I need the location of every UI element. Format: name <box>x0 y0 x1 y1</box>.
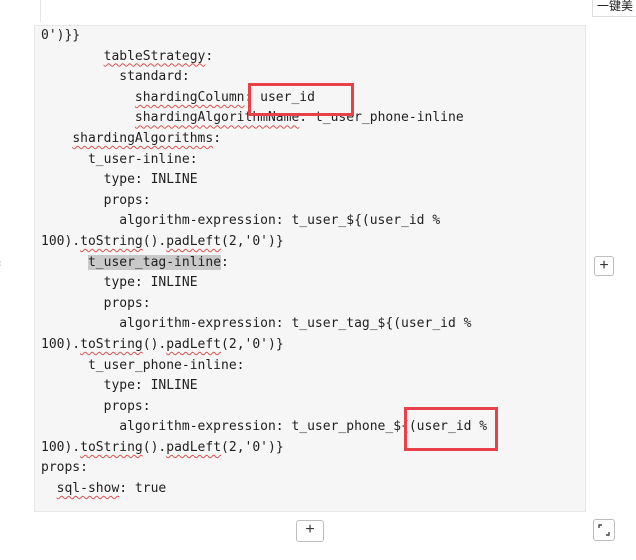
code-token: type: INLINE <box>41 172 198 188</box>
code-line: 100).toString().padLeft(2,'0')} <box>41 335 487 356</box>
code-token: : user_id <box>244 89 315 105</box>
code-line: type: INLINE <box>41 170 487 191</box>
code-token: toString <box>80 439 143 455</box>
code-line: type: INLINE <box>41 273 487 294</box>
code-token: : <box>221 254 229 270</box>
plus-icon: + <box>305 521 315 538</box>
code-token: type: INLINE <box>41 275 198 291</box>
code-line: shardingColumn: user_id <box>41 88 487 109</box>
code-line: type: INLINE <box>41 376 487 397</box>
code-token: standard: <box>41 69 190 85</box>
code-line: shardingAlgorithmName: t_user_phone-inli… <box>41 108 487 129</box>
code-line: t_user-inline: <box>41 150 487 171</box>
left-edge-caret-icon: ‹ <box>0 258 1 269</box>
code-token: : t_user_phone-inline <box>299 110 464 126</box>
code-token: padLeft <box>166 336 222 352</box>
beautify-button-label: 一键美 <box>597 0 634 13</box>
code-token: : <box>205 48 214 64</box>
code-line: t_user_tag-inline: <box>41 253 487 274</box>
code-token: algorithm-expression: t_user_tag_${(user… <box>41 316 472 332</box>
code-token: padLeft <box>166 233 222 249</box>
insert-block-button-right[interactable]: + <box>594 256 614 276</box>
code-token: : <box>213 130 222 146</box>
plus-icon: + <box>599 257 609 274</box>
code-token: 100). <box>41 439 81 455</box>
code-line: props: <box>41 191 487 212</box>
code-token: props: <box>41 192 151 208</box>
code-token: type: INLINE <box>41 378 198 394</box>
code-token: shardingAlgorithmName <box>134 110 300 126</box>
code-line: t_user_phone-inline: <box>41 356 487 377</box>
code-token: t_user_tag-inline <box>87 254 222 270</box>
code-line: 0')}} <box>41 26 487 47</box>
code-line: algorithm-expression: t_user_${(user_id … <box>41 211 487 232</box>
code-line: props: <box>41 294 487 315</box>
code-token: shardingAlgorithms <box>72 130 214 146</box>
code-token: toString <box>80 336 143 352</box>
code-line: algorithm-expression: t_user_tag_${(user… <box>41 314 487 335</box>
code-token: padLeft <box>166 439 222 455</box>
code-token: : true <box>119 481 167 497</box>
code-token: 100). <box>41 336 81 352</box>
code-token: (). <box>142 233 167 249</box>
code-token: props: <box>41 460 88 476</box>
expand-icon <box>598 524 610 536</box>
code-token: sql-show <box>56 481 120 497</box>
code-line: 100).toString().padLeft(2,'0')} <box>41 438 487 459</box>
code-token: (). <box>142 336 167 352</box>
insert-block-button-bottom[interactable]: + <box>296 520 324 542</box>
code-line: sql-show: true <box>41 479 487 500</box>
code-token: props: <box>41 295 151 311</box>
code-token: 100). <box>41 233 81 249</box>
code-content: 0')}} tableStrategy: standard: shardingC… <box>41 26 487 500</box>
code-token: (2,'0')} <box>221 439 284 455</box>
code-token: props: <box>41 398 151 414</box>
code-token: (). <box>142 439 167 455</box>
toolbar-divider <box>40 0 41 22</box>
code-token: algorithm-expression: t_user_${(user_id … <box>41 213 441 229</box>
code-line: props: <box>41 397 487 418</box>
code-block[interactable]: 0')}} tableStrategy: standard: shardingC… <box>34 25 586 512</box>
expand-button[interactable] <box>593 519 615 541</box>
code-token: (2,'0')} <box>221 233 284 249</box>
code-token: tableStrategy <box>103 48 206 64</box>
beautify-button[interactable]: 一键美 <box>592 0 636 17</box>
top-toolbar-strip: 一键美 <box>0 0 636 24</box>
code-line: 100).toString().padLeft(2,'0')} <box>41 232 487 253</box>
code-token: algorithm-expression: t_user_phone_${(us… <box>41 419 488 435</box>
code-line: standard: <box>41 67 487 88</box>
code-token: t_user-inline: <box>41 151 198 167</box>
code-line: tableStrategy: <box>41 47 487 68</box>
code-line: shardingAlgorithms: <box>41 129 487 150</box>
code-token: shardingColumn <box>134 89 245 105</box>
code-token: (2,'0')} <box>221 336 284 352</box>
code-token: t_user_phone-inline: <box>41 357 245 373</box>
code-line: algorithm-expression: t_user_phone_${(us… <box>41 417 487 438</box>
code-token: 0')}} <box>41 28 81 43</box>
code-line: props: <box>41 458 487 479</box>
code-token: toString <box>80 233 143 249</box>
